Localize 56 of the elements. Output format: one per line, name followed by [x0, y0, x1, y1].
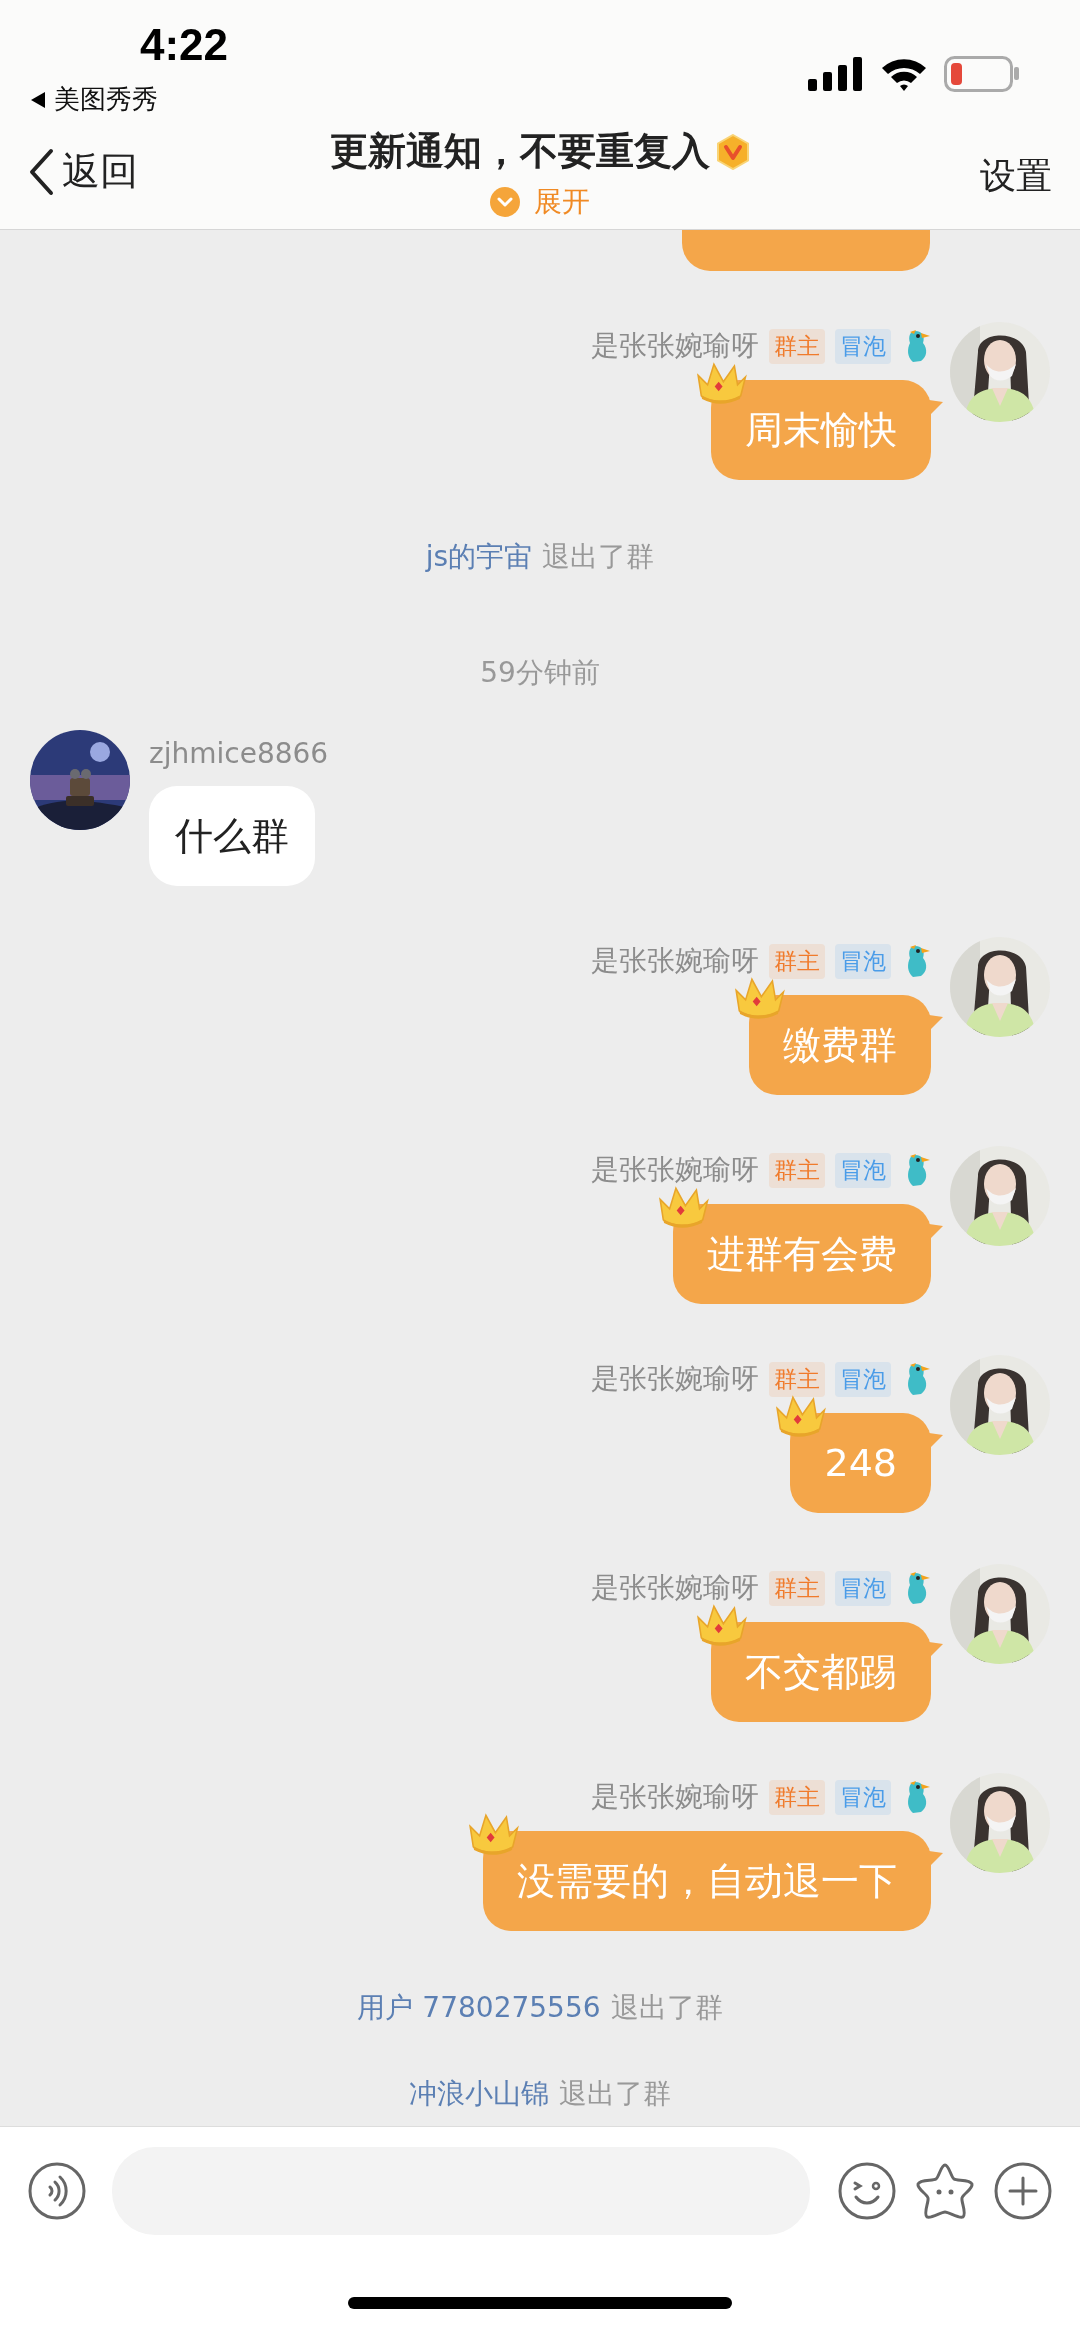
- voice-icon[interactable]: [28, 2162, 86, 2220]
- role-tag: 冒泡: [835, 1152, 891, 1188]
- role-tag: 群主: [769, 1361, 825, 1397]
- message-bubble: 什么群: [149, 786, 315, 886]
- role-tag: 群主: [769, 943, 825, 979]
- sender-name: 是张张婉瑜呀: [591, 1779, 759, 1815]
- sender-name: 是张张婉瑜呀: [591, 1152, 759, 1188]
- role-tag: 冒泡: [835, 1361, 891, 1397]
- member-link[interactable]: 冲浪小山锦: [409, 2075, 549, 2113]
- system-notice: 退出了群: [542, 539, 655, 575]
- bubble-tail: [929, 1015, 943, 1031]
- back-button[interactable]: 返回: [28, 146, 138, 197]
- crown-icon: [774, 1394, 827, 1437]
- role-tag: 冒泡: [835, 328, 891, 364]
- chevron-down-circle-icon: [490, 187, 520, 217]
- back-to-app-link[interactable]: 美图秀秀: [54, 82, 158, 117]
- system-notice: 退出了群: [610, 1990, 723, 2026]
- star-face-icon[interactable]: [914, 2161, 976, 2221]
- role-tag: 群主: [769, 328, 825, 364]
- wifi-icon: [880, 56, 928, 92]
- sender-name: 是张张婉瑜呀: [591, 1570, 759, 1606]
- role-tag: 群主: [769, 1779, 825, 1815]
- sender-name: 是张张婉瑜呀: [591, 1361, 759, 1397]
- sender-name: 是张张婉瑜呀: [591, 328, 759, 364]
- bubble-tail: [929, 1224, 943, 1240]
- member-link[interactable]: js的宇宙: [425, 538, 533, 576]
- settings-button[interactable]: 设置: [980, 152, 1052, 201]
- sender-name: zjhmice8866: [149, 736, 329, 772]
- chevron-left-icon: [28, 147, 54, 196]
- member-link[interactable]: 用户 7780275556: [357, 1989, 601, 2027]
- system-notice: 退出了群: [559, 2076, 671, 2112]
- plus-icon[interactable]: [994, 2162, 1052, 2220]
- sender-name: 是张张婉瑜呀: [591, 943, 759, 979]
- role-tag: 冒泡: [835, 1570, 891, 1606]
- crown-icon: [733, 976, 785, 1019]
- expand-button[interactable]: 展开: [490, 183, 590, 221]
- group-title: 更新通知，不要重复入: [330, 128, 710, 175]
- back-triangle-icon[interactable]: [30, 90, 46, 109]
- crown-icon: [695, 361, 747, 404]
- bubble-tail: [929, 1642, 943, 1658]
- timestamp: 59分钟前: [480, 655, 600, 691]
- battery-icon: [944, 56, 1020, 92]
- bubble-tail: [929, 400, 943, 416]
- bubble-tail: [929, 1433, 943, 1449]
- role-tag: 冒泡: [835, 943, 891, 979]
- role-tag: 冒泡: [835, 1779, 891, 1815]
- crown-icon: [467, 1812, 519, 1855]
- status-time: 4:22: [140, 19, 229, 71]
- role-tag: 群主: [769, 1152, 825, 1188]
- signal-icon: [808, 57, 864, 91]
- crown-icon: [695, 1603, 747, 1646]
- emoji-icon[interactable]: [838, 2162, 896, 2220]
- role-tag: 群主: [769, 1570, 825, 1606]
- vip-badge-icon: [716, 133, 750, 170]
- crown-icon: [657, 1185, 709, 1228]
- bubble-tail: [929, 1851, 943, 1867]
